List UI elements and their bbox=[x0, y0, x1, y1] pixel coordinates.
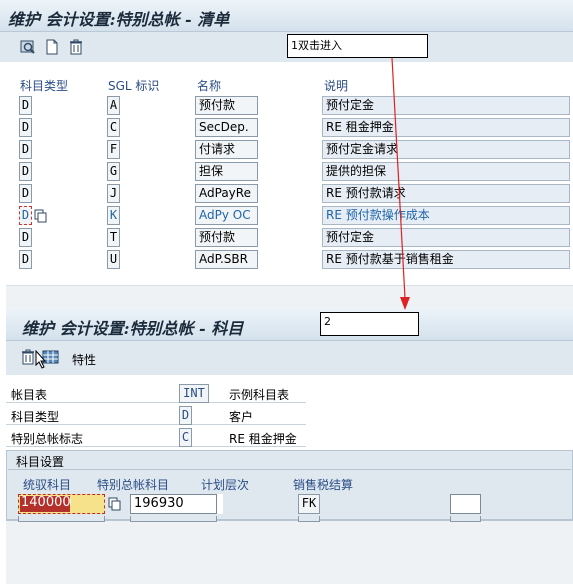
col-header-planning-level: 计划层次 bbox=[201, 478, 250, 492]
table-row[interactable]: D T 预付款 预付定金 bbox=[14, 227, 571, 249]
cell-sgl[interactable]: C bbox=[107, 118, 120, 137]
cell-description[interactable]: 预付定金 bbox=[322, 96, 570, 115]
table-row[interactable]: D F 付请求 预付定金请求 bbox=[14, 139, 571, 161]
cell-sgl[interactable]: J bbox=[107, 184, 120, 203]
col-header-account-type: 科目类型 bbox=[20, 79, 69, 93]
special-gl-indicator-desc: RE 租金押金 bbox=[229, 432, 297, 446]
account-type-field[interactable]: D bbox=[179, 406, 192, 425]
special-gl-indicator-label: 特别总帐标志 bbox=[11, 432, 84, 446]
chart-of-accounts-desc: 示例科目表 bbox=[229, 388, 290, 402]
cell-sgl[interactable]: U bbox=[107, 250, 120, 269]
scroll-stub[interactable] bbox=[18, 516, 105, 522]
cell-description[interactable]: RE 租金押金 bbox=[322, 118, 570, 137]
account-type-label: 科目类型 bbox=[11, 410, 60, 424]
cell-account-type[interactable]: D bbox=[19, 118, 32, 137]
cell-account-type[interactable]: D bbox=[19, 228, 32, 247]
step2-callout: 2 bbox=[320, 312, 419, 336]
chart-of-accounts-field[interactable]: INT bbox=[179, 384, 209, 403]
cell-name[interactable]: 预付款 bbox=[195, 228, 258, 247]
cell-account-type[interactable]: D bbox=[19, 184, 32, 203]
list-bottom-separator bbox=[6, 285, 573, 307]
col-header-name: 名称 bbox=[197, 79, 222, 93]
cell-description[interactable]: 预付定金请求 bbox=[322, 140, 570, 159]
table-row[interactable]: D A 预付款 预付定金 bbox=[14, 95, 571, 117]
table-row[interactable]: D J AdPayRe RE 预付款请求 bbox=[14, 183, 571, 205]
cell-sgl[interactable]: G bbox=[107, 162, 120, 181]
cell-sgl[interactable]: A bbox=[107, 96, 120, 115]
cell-account-type[interactable]: D bbox=[19, 140, 32, 159]
extra-input[interactable] bbox=[450, 494, 481, 514]
delete-icon[interactable] bbox=[68, 39, 84, 55]
cell-sgl[interactable]: F bbox=[107, 140, 120, 159]
list-page-title: 维护 会计设置:特别总帐 - 清单 bbox=[8, 10, 230, 29]
scroll-stub[interactable] bbox=[298, 516, 320, 522]
planning-level-input[interactable] bbox=[217, 494, 223, 514]
cell-description[interactable]: 预付定金 bbox=[322, 228, 570, 247]
cell-name[interactable]: AdP.SBR bbox=[195, 250, 258, 269]
cell-account-type[interactable]: D bbox=[19, 250, 32, 269]
copy-icon[interactable] bbox=[108, 497, 122, 511]
cell-name[interactable]: SecDep. bbox=[195, 118, 258, 137]
account-settings-title: 科目设置 bbox=[16, 455, 65, 469]
display-change-icon[interactable] bbox=[20, 39, 36, 55]
cell-name[interactable]: AdPy OC bbox=[195, 206, 258, 225]
col-header-sgl: SGL 标识 bbox=[108, 79, 160, 93]
account-settings-divider bbox=[8, 469, 571, 470]
cell-name[interactable]: 担保 bbox=[195, 162, 258, 181]
cell-name[interactable]: AdPayRe bbox=[195, 184, 258, 203]
mouse-pointer-icon bbox=[35, 349, 47, 370]
cell-description[interactable]: 提供的担保 bbox=[322, 162, 570, 181]
cell-sgl[interactable]: K bbox=[107, 206, 120, 225]
cell-sgl[interactable]: T bbox=[107, 228, 120, 247]
cell-account-type[interactable]: D bbox=[19, 96, 32, 115]
cell-account-type[interactable]: D bbox=[19, 206, 32, 225]
cell-name[interactable]: 付请求 bbox=[195, 140, 258, 159]
special-gl-indicator-field[interactable]: C bbox=[179, 428, 192, 447]
detail-bottom-area bbox=[6, 520, 573, 584]
cell-account-type[interactable]: D bbox=[19, 162, 32, 181]
account-type-desc: 客户 bbox=[229, 410, 254, 424]
table-row[interactable]: D U AdP.SBR RE 预付款基于销售租金 bbox=[14, 249, 571, 271]
step1-callout: 1双击进入 bbox=[287, 34, 428, 58]
table-row[interactable]: D C SecDep. RE 租金押金 bbox=[14, 117, 571, 139]
col-header-recon-account: 统驭科目 bbox=[23, 478, 72, 492]
special-gl-account-input[interactable]: 196930 bbox=[130, 494, 217, 514]
cell-description[interactable]: RE 预付款基于销售租金 bbox=[322, 250, 570, 269]
properties-button-label[interactable]: 特性 bbox=[72, 351, 96, 368]
col-header-special-gl-account: 特别总帐科目 bbox=[97, 478, 170, 492]
tax-settlement-field[interactable]: FK bbox=[298, 494, 320, 514]
cell-description[interactable]: RE 预付款请求 bbox=[322, 184, 570, 203]
col-header-tax-settlement: 销售税结算 bbox=[293, 478, 354, 492]
detail-page-title: 维护 会计设置:特别总帐 - 科目 bbox=[22, 319, 244, 338]
copy-icon[interactable] bbox=[34, 209, 48, 223]
recon-account-input-text: 140000 bbox=[21, 495, 71, 510]
delete-icon[interactable] bbox=[20, 349, 36, 365]
new-entry-icon[interactable] bbox=[44, 39, 60, 55]
scroll-stub[interactable] bbox=[130, 516, 217, 522]
table-row[interactable]: D G 担保 提供的担保 bbox=[14, 161, 571, 183]
table-row-selected[interactable]: D K AdPy OC RE 预付款操作成本 bbox=[14, 205, 571, 227]
cell-description[interactable]: RE 预付款操作成本 bbox=[322, 206, 570, 225]
scroll-stub[interactable] bbox=[450, 516, 481, 522]
col-header-description: 说明 bbox=[324, 79, 349, 93]
chart-of-accounts-label: 帐目表 bbox=[11, 388, 48, 402]
cell-name[interactable]: 预付款 bbox=[195, 96, 258, 115]
